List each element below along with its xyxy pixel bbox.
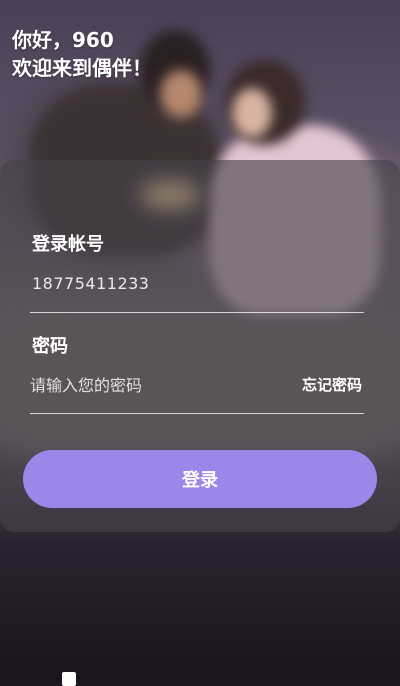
photo-man-face	[160, 70, 202, 118]
account-divider	[30, 312, 364, 313]
password-divider	[30, 413, 364, 414]
greeting: 你好，960 欢迎来到偶伴！	[12, 26, 152, 82]
greeting-line-2: 欢迎来到偶伴！	[12, 56, 152, 80]
account-label: 登录帐号	[32, 234, 104, 255]
forgot-password-link[interactable]: 忘记密码	[302, 374, 362, 395]
account-field[interactable]: 18775411233	[32, 274, 149, 293]
agreement-checkbox[interactable]	[62, 672, 76, 686]
login-button[interactable]: 登录	[23, 450, 377, 508]
password-input[interactable]	[30, 372, 270, 398]
agreement-row	[62, 672, 76, 686]
greeting-line-1: 你好，960	[12, 28, 114, 52]
password-label: 密码	[32, 336, 68, 357]
login-card: 登录帐号 18775411233 密码 忘记密码 登录	[0, 160, 400, 532]
photo-woman-face	[232, 88, 272, 138]
